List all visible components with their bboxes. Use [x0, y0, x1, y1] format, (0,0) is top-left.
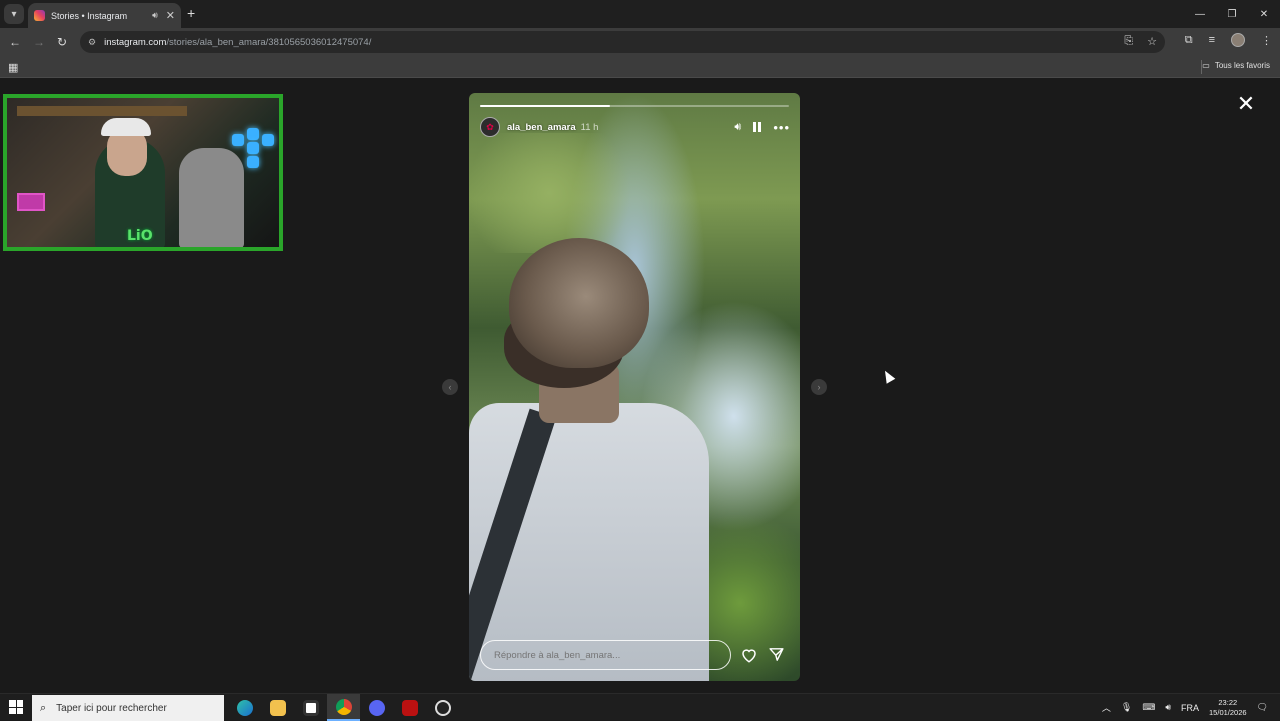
window-close-icon[interactable]: ✕ [1248, 0, 1280, 28]
speaker-icon[interactable]: 🔊︎ [152, 10, 158, 21]
edge-icon [236, 699, 253, 716]
story-person-head [509, 238, 649, 368]
tab-title: Stories • Instagram [51, 10, 128, 21]
network-icon[interactable]: ⌨︎ [1142, 702, 1155, 713]
install-app-icon[interactable]: ⎘ [1124, 35, 1133, 48]
bookmarks-bar: ▦ ▭ Tous les favoris [0, 56, 1280, 78]
story-media[interactable]: ✿ ala_ben_amara 11 h 🔊︎ ••• [469, 93, 800, 681]
tab-instagram-stories[interactable]: Stories • Instagram 🔊︎ ✕ [28, 3, 181, 28]
webcam-shelf [17, 106, 187, 116]
chrome-app[interactable] [327, 694, 360, 721]
mouse-cursor [880, 368, 896, 384]
folder-icon: ▭ [1202, 61, 1210, 70]
obs-app[interactable] [426, 694, 459, 721]
next-story-button[interactable]: › [811, 379, 827, 395]
webcam-chair [179, 148, 244, 247]
webcam-monitor [17, 193, 45, 211]
story-time-ago: 11 h [580, 121, 599, 133]
microphone-icon[interactable]: 🎙︎ [1121, 702, 1132, 713]
all-favorites-folder[interactable]: ▭ Tous les favoris [1202, 61, 1270, 70]
chevron-down-icon[interactable]: ▾ [4, 4, 24, 24]
volume-icon[interactable]: 🔊︎ [1165, 702, 1171, 713]
chrome-icon [335, 698, 352, 715]
windows-taskbar: ⌕ Taper ici pour rechercher ︿ 🎙︎ ⌨︎ 🔊︎ F… [0, 693, 1280, 721]
reload-icon[interactable]: ↻ [53, 33, 71, 51]
browser-tab-bar: ▾ Stories • Instagram 🔊︎ ✕ + — ❐ ✕ [0, 0, 1280, 28]
clock-time: 23:22 [1218, 697, 1238, 707]
tune-icon[interactable]: ⚙︎ [88, 37, 96, 48]
all-favorites-label: Tous les favoris [1214, 61, 1270, 70]
story-progress-bar [480, 105, 789, 107]
story-username[interactable]: ala_ben_amara [507, 122, 576, 133]
window-controls: — ❐ ✕ [1184, 0, 1280, 28]
minimize-icon[interactable]: — [1184, 0, 1216, 28]
notifications-icon[interactable]: 🗨︎ [1257, 702, 1268, 713]
system-clock[interactable]: 23:22 15/01/2026 [1209, 698, 1247, 718]
story-viewer-page: LiO ‹ › ✿ ala_ben_amara 11 h 🔊︎ ••• Répo… [0, 79, 1280, 693]
arrow-right-icon[interactable]: → [30, 33, 48, 51]
arrow-left-icon[interactable]: ← [6, 33, 24, 51]
system-tray: ︿ 🎙︎ ⌨︎ 🔊︎ FRA 23:22 15/01/2026 🗨︎ [1102, 694, 1280, 721]
story-header: ✿ ala_ben_amara 11 h 🔊︎ ••• [480, 117, 790, 137]
browser-toolbar: ← → ↻ ⚙︎ instagram.com/stories/ala_ben_a… [0, 28, 1280, 56]
pause-icon[interactable] [753, 122, 762, 132]
hex-light [247, 142, 259, 154]
taskbar-search-placeholder: Taper ici pour rechercher [56, 702, 167, 714]
url-path: /stories/ala_ben_amara/38105650360124750… [166, 36, 372, 48]
story-progress-fill [480, 105, 610, 107]
more-horizontal-icon[interactable]: ••• [773, 120, 790, 135]
search-icon: ⌕ [40, 701, 47, 714]
restore-icon[interactable]: ❐ [1216, 0, 1248, 28]
language-indicator[interactable]: FRA [1181, 703, 1199, 713]
story-foliage [469, 133, 649, 253]
discord-icon [368, 699, 385, 716]
edge-app[interactable] [228, 694, 261, 721]
hex-light [247, 156, 259, 168]
profile-avatar[interactable] [1231, 33, 1245, 47]
puzzle-icon[interactable]: ⧉ [1185, 34, 1193, 47]
apps-grid-icon[interactable]: ▦ [8, 61, 18, 74]
send-icon[interactable] [768, 646, 785, 663]
webcam-logo: LiO [127, 228, 153, 244]
hex-light [247, 128, 259, 140]
volume-icon[interactable]: 🔊︎ [734, 121, 741, 134]
obs-icon [434, 699, 451, 716]
streaming-app[interactable] [393, 694, 426, 721]
tab-close-icon[interactable]: ✕ [166, 9, 175, 22]
windows-start-icon[interactable] [9, 700, 23, 714]
close-icon[interactable]: ✕ [1236, 93, 1256, 115]
previous-story-button[interactable]: ‹ [442, 379, 458, 395]
store-app[interactable] [294, 694, 327, 721]
folder-icon [269, 699, 286, 716]
streaming-icon [401, 699, 418, 716]
url-host: instagram.com [104, 36, 167, 48]
store-icon [302, 699, 319, 716]
heart-icon[interactable] [740, 646, 758, 664]
chevron-up-icon[interactable]: ︿ [1102, 701, 1111, 714]
address-bar[interactable]: ⚙︎ instagram.com/stories/ala_ben_amara/3… [80, 31, 1165, 53]
kebab-menu-icon[interactable]: ⋮ [1261, 34, 1272, 47]
clock-date: 15/01/2026 [1209, 707, 1247, 717]
webcam-overlay: LiO [3, 94, 283, 251]
hex-light [232, 134, 244, 146]
webcam-person-cap [101, 118, 151, 136]
instagram-icon [34, 10, 45, 21]
hex-light [262, 134, 274, 146]
new-tab-button[interactable]: + [187, 5, 195, 21]
star-icon[interactable]: ☆ [1147, 35, 1157, 48]
reply-input[interactable] [480, 640, 731, 670]
file-explorer-app[interactable] [261, 694, 294, 721]
discord-app[interactable] [360, 694, 393, 721]
media-control-icon[interactable]: ≡ [1209, 34, 1215, 46]
taskbar-search[interactable]: ⌕ Taper ici pour rechercher [32, 695, 224, 721]
story-avatar[interactable]: ✿ [480, 117, 500, 137]
taskbar-apps [228, 694, 459, 721]
